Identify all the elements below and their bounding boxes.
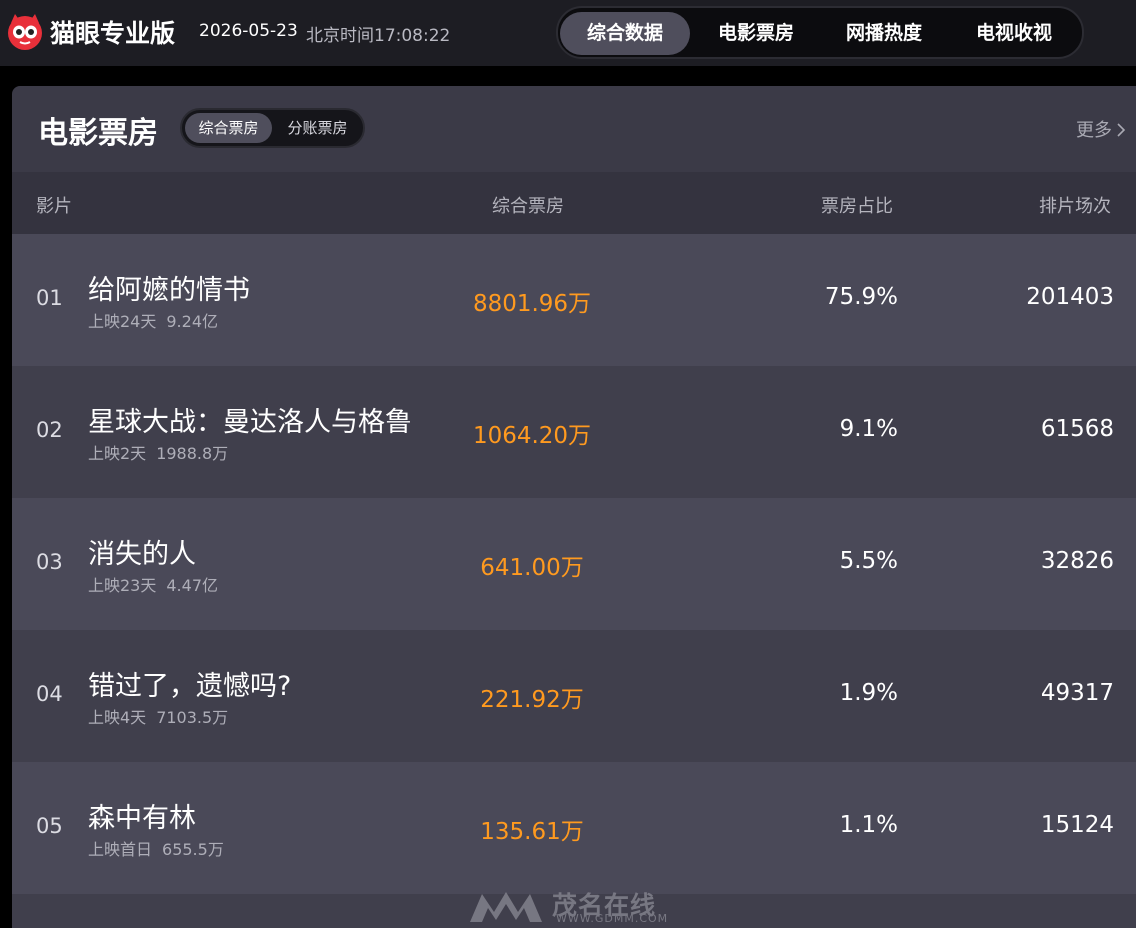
- cumulative-box-office: 1988.8万: [156, 444, 229, 463]
- chevron-right-icon: [1117, 123, 1126, 137]
- segment-split-box-office[interactable]: 分账票房: [274, 113, 361, 143]
- column-share[interactable]: 票房占比: [821, 192, 893, 218]
- comprehensive-box-office-value: 1064.20万: [472, 423, 592, 449]
- tab-tv-ratings[interactable]: 电视收视: [952, 12, 1076, 55]
- release-days: 上映首日: [88, 840, 153, 859]
- cumulative-box-office: 655.5万: [162, 840, 224, 859]
- main-nav: 综合数据 电影票房 网播热度 电视收视: [556, 6, 1084, 59]
- film-name[interactable]: 星球大战：曼达洛人与格鲁: [88, 400, 418, 439]
- film-release-info: 上映首日 655.5万: [88, 836, 224, 860]
- comprehensive-box-office-value: 135.61万: [480, 819, 584, 845]
- tab-comprehensive-data[interactable]: 综合数据: [560, 12, 690, 55]
- table-row[interactable]: 02 星球大战：曼达洛人与格鲁 上映2天 1988.8万 1064.20万 9.1…: [12, 366, 1136, 498]
- film-release-info: 上映24天 9.24亿: [88, 308, 218, 332]
- tab-movie-box-office[interactable]: 电影票房: [694, 12, 818, 55]
- row-rank: 04: [36, 682, 63, 706]
- film-release-info: 上映2天 1988.8万: [88, 440, 228, 464]
- top-bar: 猫眼专业版 2026-05-23 北京时间17:08:22 综合数据 电影票房 …: [0, 0, 1136, 66]
- film-name[interactable]: 消失的人: [88, 532, 418, 571]
- column-shows[interactable]: 排片场次: [1039, 192, 1111, 218]
- cumulative-box-office: 7103.5万: [156, 708, 229, 727]
- show-count: 49317: [1040, 680, 1114, 706]
- film-name[interactable]: 错过了，遗憾吗?: [88, 664, 418, 703]
- film-name[interactable]: 给阿嬷的情书: [88, 268, 418, 307]
- table-header: 影片 综合票房 票房占比 排片场次: [12, 172, 1136, 234]
- box-office-share: 1.9%: [839, 680, 898, 706]
- column-film: 影片: [36, 196, 72, 217]
- more-label: 更多: [1076, 120, 1112, 141]
- box-office-share: 75.9%: [824, 284, 898, 310]
- table-row[interactable]: 03 消失的人 上映23天 4.47亿 641.00万 5.5% 32826: [12, 498, 1136, 630]
- box-office-card: 电影票房 综合票房 分账票房 更多 影片 综合票房 票房占比 排片场次 01 给…: [12, 86, 1136, 928]
- row-rank: 05: [36, 814, 63, 838]
- beijing-time: 北京时间17:08:22: [306, 26, 451, 46]
- release-days: 上映4天: [88, 708, 147, 727]
- box-office-share: 9.1%: [839, 416, 898, 442]
- box-office-share: 1.1%: [839, 812, 898, 838]
- comprehensive-box-office-value: 8801.96万: [472, 291, 592, 317]
- show-count: 32826: [1040, 548, 1114, 574]
- comprehensive-box-office-value: 641.00万: [480, 555, 584, 581]
- comprehensive-box-office-value: 221.92万: [480, 687, 584, 713]
- show-count: 15124: [1040, 812, 1114, 838]
- watermark-url: WWW.GDMM.COM: [556, 912, 669, 925]
- cumulative-box-office: 9.24亿: [166, 312, 219, 331]
- film-release-info: 上映23天 4.47亿: [88, 572, 218, 596]
- table-row[interactable]: 05 森中有林 上映首日 655.5万 135.61万 1.1% 15124: [12, 762, 1136, 894]
- show-count: 201403: [1026, 284, 1114, 310]
- watermark-logo-icon: [470, 892, 542, 922]
- tab-web-streaming-heat[interactable]: 网播热度: [822, 12, 946, 55]
- release-days: 上映24天: [88, 312, 157, 331]
- row-rank: 01: [36, 286, 63, 310]
- release-days: 上映23天: [88, 576, 157, 595]
- current-date: 2026-05-23: [199, 21, 298, 41]
- show-count: 61568: [1040, 416, 1114, 442]
- cumulative-box-office: 4.47亿: [166, 576, 219, 595]
- brand-name[interactable]: 猫眼专业版: [50, 14, 175, 50]
- release-days: 上映2天: [88, 444, 147, 463]
- box-office-table: 01 给阿嬷的情书 上映24天 9.24亿 8801.96万 75.9% 2014…: [12, 234, 1136, 928]
- more-link[interactable]: 更多: [1076, 116, 1126, 142]
- film-release-info: 上映4天 7103.5万: [88, 704, 228, 728]
- box-office-share: 5.5%: [839, 548, 898, 574]
- segment-comprehensive-box-office[interactable]: 综合票房: [185, 113, 272, 143]
- site-watermark: 茂名在线 WWW.GDMM.COM: [466, 884, 676, 928]
- column-box-office[interactable]: 综合票房: [492, 192, 564, 218]
- box-office-type-toggle: 综合票房 分账票房: [180, 108, 365, 148]
- row-rank: 03: [36, 550, 63, 574]
- film-name[interactable]: 森中有林: [88, 796, 418, 835]
- row-rank: 02: [36, 418, 63, 442]
- maoyan-cat-logo-icon[interactable]: [6, 13, 44, 51]
- table-row[interactable]: 04 错过了，遗憾吗? 上映4天 7103.5万 221.92万 1.9% 493…: [12, 630, 1136, 762]
- card-title: 电影票房: [38, 116, 158, 151]
- table-row[interactable]: 01 给阿嬷的情书 上映24天 9.24亿 8801.96万 75.9% 2014…: [12, 234, 1136, 366]
